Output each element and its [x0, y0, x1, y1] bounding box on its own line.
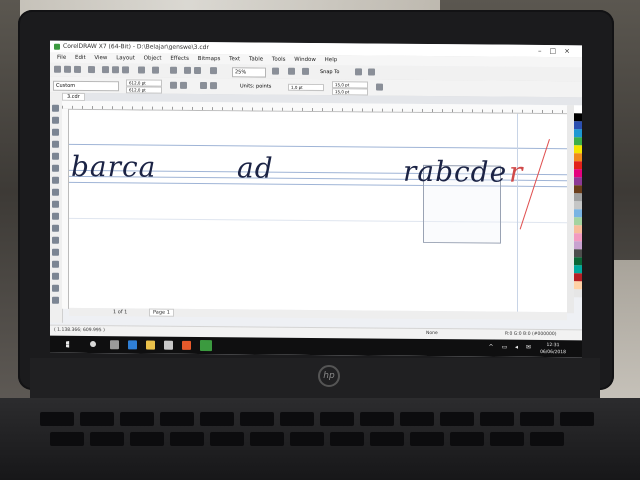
laptop-chin: [30, 358, 600, 398]
app-icon[interactable]: [182, 340, 191, 350]
script-word-barca[interactable]: barca: [71, 150, 156, 184]
coreldraw-icon: [54, 43, 60, 50]
smart-drawing-tool-icon[interactable]: [52, 296, 59, 304]
system-tray-icons[interactable]: ^ ▭ ◂ ✉: [489, 344, 534, 351]
zoom-tool-icon[interactable]: [52, 140, 59, 148]
text-tool-icon[interactable]: [52, 212, 59, 220]
fill-indicator[interactable]: None: [426, 329, 438, 339]
edge-browser-icon[interactable]: [128, 340, 137, 350]
windows-start-icon[interactable]: [66, 341, 73, 348]
rulers-icon[interactable]: [288, 67, 295, 75]
print-icon[interactable]: [88, 66, 95, 74]
pick-tool-icon[interactable]: [52, 104, 59, 112]
outline-indicator[interactable]: R:0 G:0 B:0 (#000000): [505, 330, 556, 340]
menu-help[interactable]: Help: [325, 57, 338, 63]
construction-line[interactable]: [519, 139, 550, 230]
smart-fill-tool-icon[interactable]: [52, 164, 59, 172]
freehand-tool-icon[interactable]: [52, 152, 59, 160]
cut-icon[interactable]: [102, 66, 109, 74]
document-palette[interactable]: [100, 317, 186, 333]
copy-icon[interactable]: [112, 66, 119, 74]
ellipse-tool-icon[interactable]: [52, 188, 59, 196]
redo-icon[interactable]: [152, 66, 159, 74]
file-explorer-icon[interactable]: [146, 340, 155, 350]
color-palette[interactable]: [574, 105, 582, 313]
current-page-icon[interactable]: [210, 82, 217, 90]
transparency-tool-icon[interactable]: [52, 260, 59, 268]
coreldraw-taskbar-icon[interactable]: [200, 339, 212, 352]
menu-effects[interactable]: Effects: [170, 56, 189, 62]
window-controls[interactable]: –□×: [538, 45, 578, 57]
launcher-icon[interactable]: [210, 67, 217, 75]
menu-view[interactable]: View: [94, 55, 107, 61]
snap-to-dropdown[interactable]: Snap To: [320, 68, 339, 76]
polygon-tool-icon[interactable]: [52, 200, 59, 208]
menu-table[interactable]: Table: [249, 56, 263, 62]
store-icon[interactable]: [164, 340, 173, 350]
task-view-icon[interactable]: [110, 340, 119, 350]
units-select[interactable]: Units: points: [240, 82, 290, 90]
menu-window[interactable]: Window: [294, 57, 316, 63]
import-icon[interactable]: [184, 66, 191, 74]
interactive-fill-tool-icon[interactable]: [52, 284, 59, 292]
drawing-canvas[interactable]: barca ad rabcde r: [69, 109, 567, 313]
landscape-icon[interactable]: [180, 81, 187, 89]
search-icon[interactable]: [170, 66, 177, 74]
keyboard-keys: [40, 412, 600, 472]
menu-edit[interactable]: Edit: [75, 55, 86, 61]
taskbar-clock[interactable]: 12:31 06/06/2018: [540, 342, 566, 356]
menu-object[interactable]: Object: [144, 55, 162, 61]
zoom-level-select[interactable]: 25%: [232, 67, 266, 78]
save-icon[interactable]: [74, 65, 81, 73]
hp-logo: hp: [318, 365, 340, 387]
open-icon[interactable]: [64, 65, 71, 73]
rectangle-tool-icon[interactable]: [52, 176, 59, 184]
menu-layout[interactable]: Layout: [116, 55, 135, 61]
menu-tools[interactable]: Tools: [272, 57, 286, 63]
parallel-dimension-tool-icon[interactable]: [52, 224, 59, 232]
portrait-icon[interactable]: [170, 81, 177, 89]
eyedropper-tool-icon[interactable]: [52, 272, 59, 280]
undo-icon[interactable]: [138, 66, 145, 74]
vertical-ruler[interactable]: [62, 108, 69, 309]
vertical-scrollbar[interactable]: [567, 105, 574, 314]
menu-file[interactable]: File: [57, 55, 66, 61]
page-counter: 1 of 1: [113, 309, 128, 316]
export-icon[interactable]: [194, 66, 201, 74]
paste-icon[interactable]: [122, 66, 129, 74]
connector-tool-icon[interactable]: [52, 236, 59, 244]
grid-icon[interactable]: [302, 67, 309, 75]
document-tab[interactable]: 3.cdr: [62, 92, 85, 101]
laptop-screen: CorelDRAW X7 (64-Bit) - D:\Belajar\gensw…: [50, 40, 582, 358]
guideline[interactable]: [69, 143, 567, 150]
align-icon[interactable]: [368, 68, 375, 76]
script-word-alphabet[interactable]: rabcde: [403, 155, 507, 189]
all-pages-icon[interactable]: [200, 81, 207, 90]
lock-ratio-icon[interactable]: [376, 83, 383, 91]
cursor-coordinates: ( 1.138.366; 609.995 ): [54, 327, 105, 334]
full-screen-icon[interactable]: [272, 67, 279, 75]
page-tab[interactable]: Page 1: [149, 308, 174, 317]
drop-shadow-tool-icon[interactable]: [52, 248, 59, 256]
clock-date: 06/06/2018: [540, 349, 566, 356]
menu-bitmaps[interactable]: Bitmaps: [198, 56, 221, 62]
new-icon[interactable]: [54, 65, 61, 73]
script-letter-highlight[interactable]: r: [509, 156, 523, 189]
search-icon[interactable]: [90, 341, 96, 348]
options-icon[interactable]: [355, 68, 362, 76]
page-edge: [517, 113, 518, 312]
menu-text[interactable]: Text: [229, 56, 240, 62]
nudge-distance-field[interactable]: 1,0 pt: [288, 83, 324, 92]
crop-tool-icon[interactable]: [52, 128, 59, 136]
page-preset-select[interactable]: Custom: [53, 80, 119, 92]
script-word-ad[interactable]: ad: [237, 151, 274, 184]
shape-tool-icon[interactable]: [52, 116, 59, 124]
